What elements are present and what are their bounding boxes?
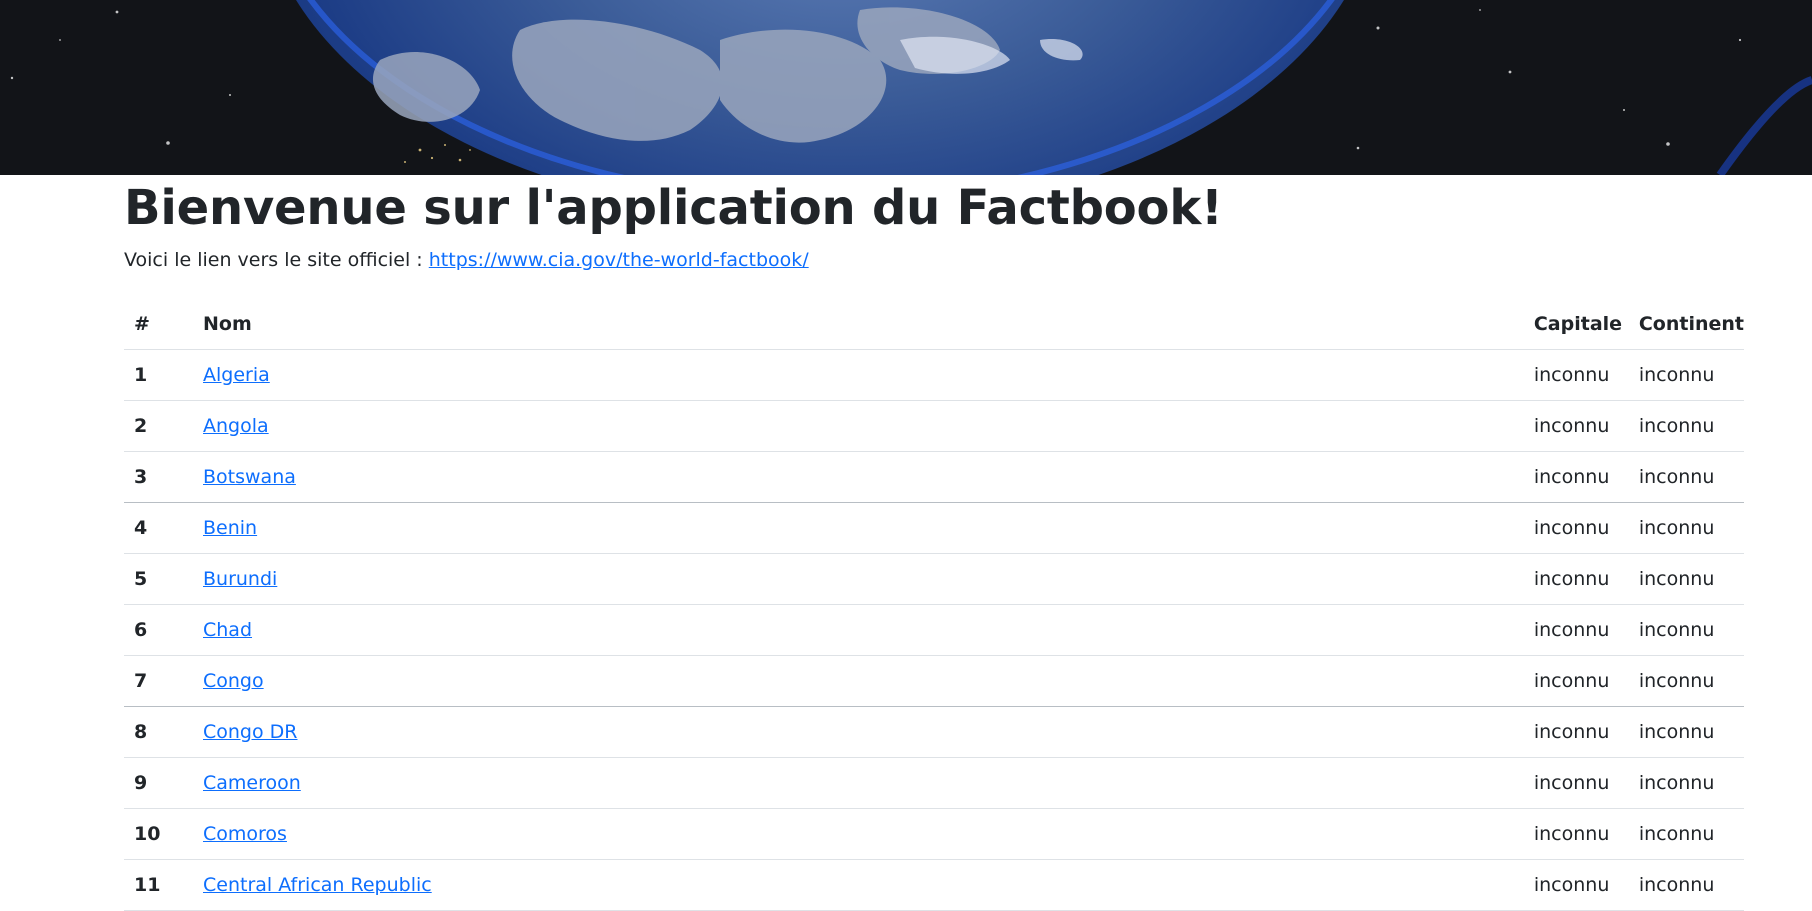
country-link[interactable]: Comoros (203, 823, 287, 845)
earth-from-space-image (0, 0, 1812, 175)
capital-cell: inconnu (1523, 553, 1629, 605)
header-continent: Continent (1628, 299, 1744, 350)
country-link[interactable]: Benin (203, 517, 257, 539)
country-link[interactable]: Algeria (203, 364, 270, 386)
country-link[interactable]: Congo (203, 670, 264, 692)
continent-cell: inconnu (1628, 655, 1744, 707)
continent-cell: inconnu (1628, 604, 1744, 656)
table-row: 10 Comoros inconnu inconnu (124, 808, 1744, 860)
row-number: 1 (124, 349, 193, 401)
intro-line: Voici le lien vers le site officiel : ht… (124, 247, 1744, 273)
table-header-row: # Nom Capitale Continent (124, 299, 1744, 350)
row-number: 11 (124, 859, 193, 911)
continent-cell: inconnu (1628, 553, 1744, 605)
country-link[interactable]: Chad (203, 619, 252, 641)
capital-cell: inconnu (1523, 400, 1629, 452)
table-row: 9 Cameroon inconnu inconnu (124, 757, 1744, 809)
capital-cell: inconnu (1523, 859, 1629, 911)
capital-cell: inconnu (1523, 706, 1629, 758)
row-number: 7 (124, 655, 193, 707)
row-number: 6 (124, 604, 193, 656)
row-number: 3 (124, 451, 193, 503)
table-row: 3 Botswana inconnu inconnu (124, 451, 1744, 503)
capital-cell: inconnu (1523, 349, 1629, 401)
header-number: # (124, 299, 193, 350)
table-row: 1 Algeria inconnu inconnu (124, 349, 1744, 401)
continent-cell: inconnu (1628, 757, 1744, 809)
country-link[interactable]: Congo DR (203, 721, 298, 743)
table-row: 4 Benin inconnu inconnu (124, 502, 1744, 554)
country-link[interactable]: Burundi (203, 568, 277, 590)
capital-cell: inconnu (1523, 655, 1629, 707)
capital-cell: inconnu (1523, 757, 1629, 809)
table-row: 8 Congo DR inconnu inconnu (124, 706, 1744, 758)
continent-cell: inconnu (1628, 400, 1744, 452)
page-title: Bienvenue sur l'application du Factbook! (124, 180, 1223, 236)
header-capital: Capitale (1523, 299, 1629, 350)
intro-text: Voici le lien vers le site officiel : (124, 249, 429, 271)
country-link[interactable]: Botswana (203, 466, 296, 488)
capital-cell: inconnu (1523, 604, 1629, 656)
row-number: 2 (124, 400, 193, 452)
row-number: 9 (124, 757, 193, 809)
continent-cell: inconnu (1628, 451, 1744, 503)
country-link[interactable]: Central African Republic (203, 874, 432, 896)
capital-cell: inconnu (1523, 808, 1629, 860)
official-site-link[interactable]: https://www.cia.gov/the-world-factbook/ (429, 249, 809, 271)
continent-cell: inconnu (1628, 349, 1744, 401)
table-row: 7 Congo inconnu inconnu (124, 655, 1744, 707)
continent-cell: inconnu (1628, 502, 1744, 554)
main-content: Bienvenue sur l'application du Factbook!… (124, 175, 1744, 911)
continent-cell: inconnu (1628, 706, 1744, 758)
header-name: Nom (193, 299, 1524, 350)
capital-cell: inconnu (1523, 502, 1629, 554)
row-number: 8 (124, 706, 193, 758)
country-link[interactable]: Angola (203, 415, 269, 437)
countries-table: # Nom Capitale Continent 1 Algeria incon… (124, 299, 1744, 911)
row-number: 10 (124, 808, 193, 860)
row-number: 4 (124, 502, 193, 554)
continent-cell: inconnu (1628, 808, 1744, 860)
capital-cell: inconnu (1523, 451, 1629, 503)
header-banner (0, 0, 1812, 175)
continent-cell: inconnu (1628, 859, 1744, 911)
table-row: 5 Burundi inconnu inconnu (124, 553, 1744, 605)
table-row: 6 Chad inconnu inconnu (124, 604, 1744, 656)
table-row: 11 Central African Republic inconnu inco… (124, 859, 1744, 911)
row-number: 5 (124, 553, 193, 605)
country-link[interactable]: Cameroon (203, 772, 301, 794)
table-row: 2 Angola inconnu inconnu (124, 400, 1744, 452)
